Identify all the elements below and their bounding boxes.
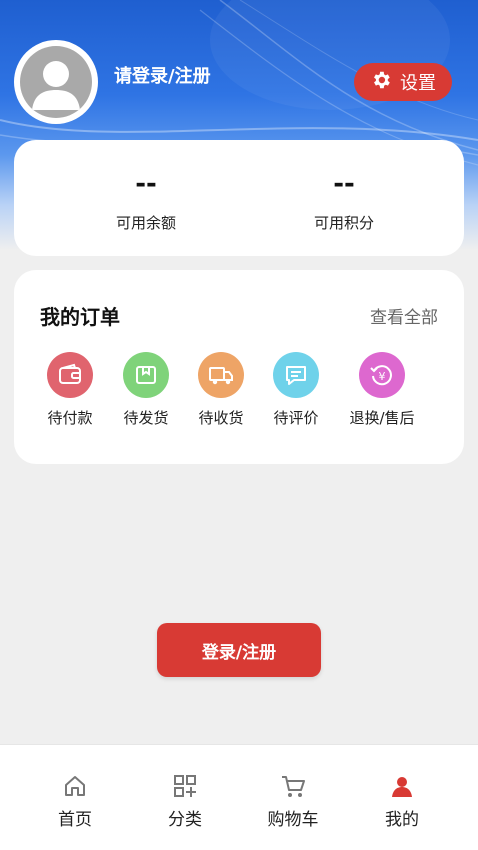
balance-label: 可用余额 (115, 214, 176, 232)
balance-value: -- (135, 169, 157, 199)
user-avatar-icon (20, 46, 92, 118)
package-icon (123, 352, 169, 398)
points-value: -- (333, 169, 355, 199)
login-prompt-link[interactable]: 请登录/注册 (114, 62, 211, 88)
tab-category[interactable]: 分类 (140, 771, 230, 830)
comment-icon (273, 352, 319, 398)
order-returns-service-label: 退换/售后 (349, 409, 415, 427)
order-pending-payment-label: 待付款 (47, 409, 93, 427)
tab-profile[interactable]: 我的 (357, 771, 447, 830)
order-pending-shipment-label: 待发货 (123, 409, 169, 427)
home-icon (30, 771, 120, 801)
gear-icon (370, 69, 392, 96)
order-pending-receipt[interactable]: 待收货 (185, 352, 257, 428)
points-stat[interactable]: -- 可用积分 (254, 166, 434, 233)
bottom-tab-bar: 首页 分类 购物车 我的 (0, 744, 478, 850)
order-pending-shipment[interactable]: 待发货 (110, 352, 182, 428)
tab-home[interactable]: 首页 (30, 771, 120, 830)
tab-home-label: 首页 (58, 810, 92, 830)
view-all-orders-link[interactable]: 查看全部 (370, 303, 438, 328)
login-register-button[interactable]: 登录/注册 (157, 623, 321, 677)
points-label: 可用积分 (313, 214, 374, 232)
avatar[interactable] (14, 40, 98, 124)
orders-title: 我的订单 (40, 305, 120, 329)
settings-label: 设置 (400, 73, 436, 94)
tab-profile-label: 我的 (385, 810, 419, 830)
category-icon (140, 771, 230, 801)
wallet-card: -- 可用余额 -- 可用积分 (14, 140, 464, 256)
balance-stat[interactable]: -- 可用余额 (56, 166, 236, 233)
order-returns-service[interactable]: ¥ 退换/售后 (346, 352, 418, 428)
settings-button[interactable]: 设置 (354, 63, 452, 101)
order-pending-receipt-label: 待收货 (198, 409, 244, 427)
cart-icon (248, 771, 338, 801)
order-pending-review-label: 待评价 (273, 409, 319, 427)
profile-icon (357, 771, 447, 801)
wallet-icon (47, 352, 93, 398)
truck-icon (198, 352, 244, 398)
tab-cart[interactable]: 购物车 (248, 771, 338, 830)
order-pending-review[interactable]: 待评价 (260, 352, 332, 428)
order-pending-payment[interactable]: 待付款 (34, 352, 106, 428)
my-orders-card: 我的订单 查看全部 待付款 待发货 待收货 待评价 ¥ 退换/售后 (14, 270, 464, 464)
svg-text:¥: ¥ (379, 370, 386, 383)
refund-icon: ¥ (359, 352, 405, 398)
tab-category-label: 分类 (168, 810, 202, 830)
tab-cart-label: 购物车 (267, 810, 319, 830)
